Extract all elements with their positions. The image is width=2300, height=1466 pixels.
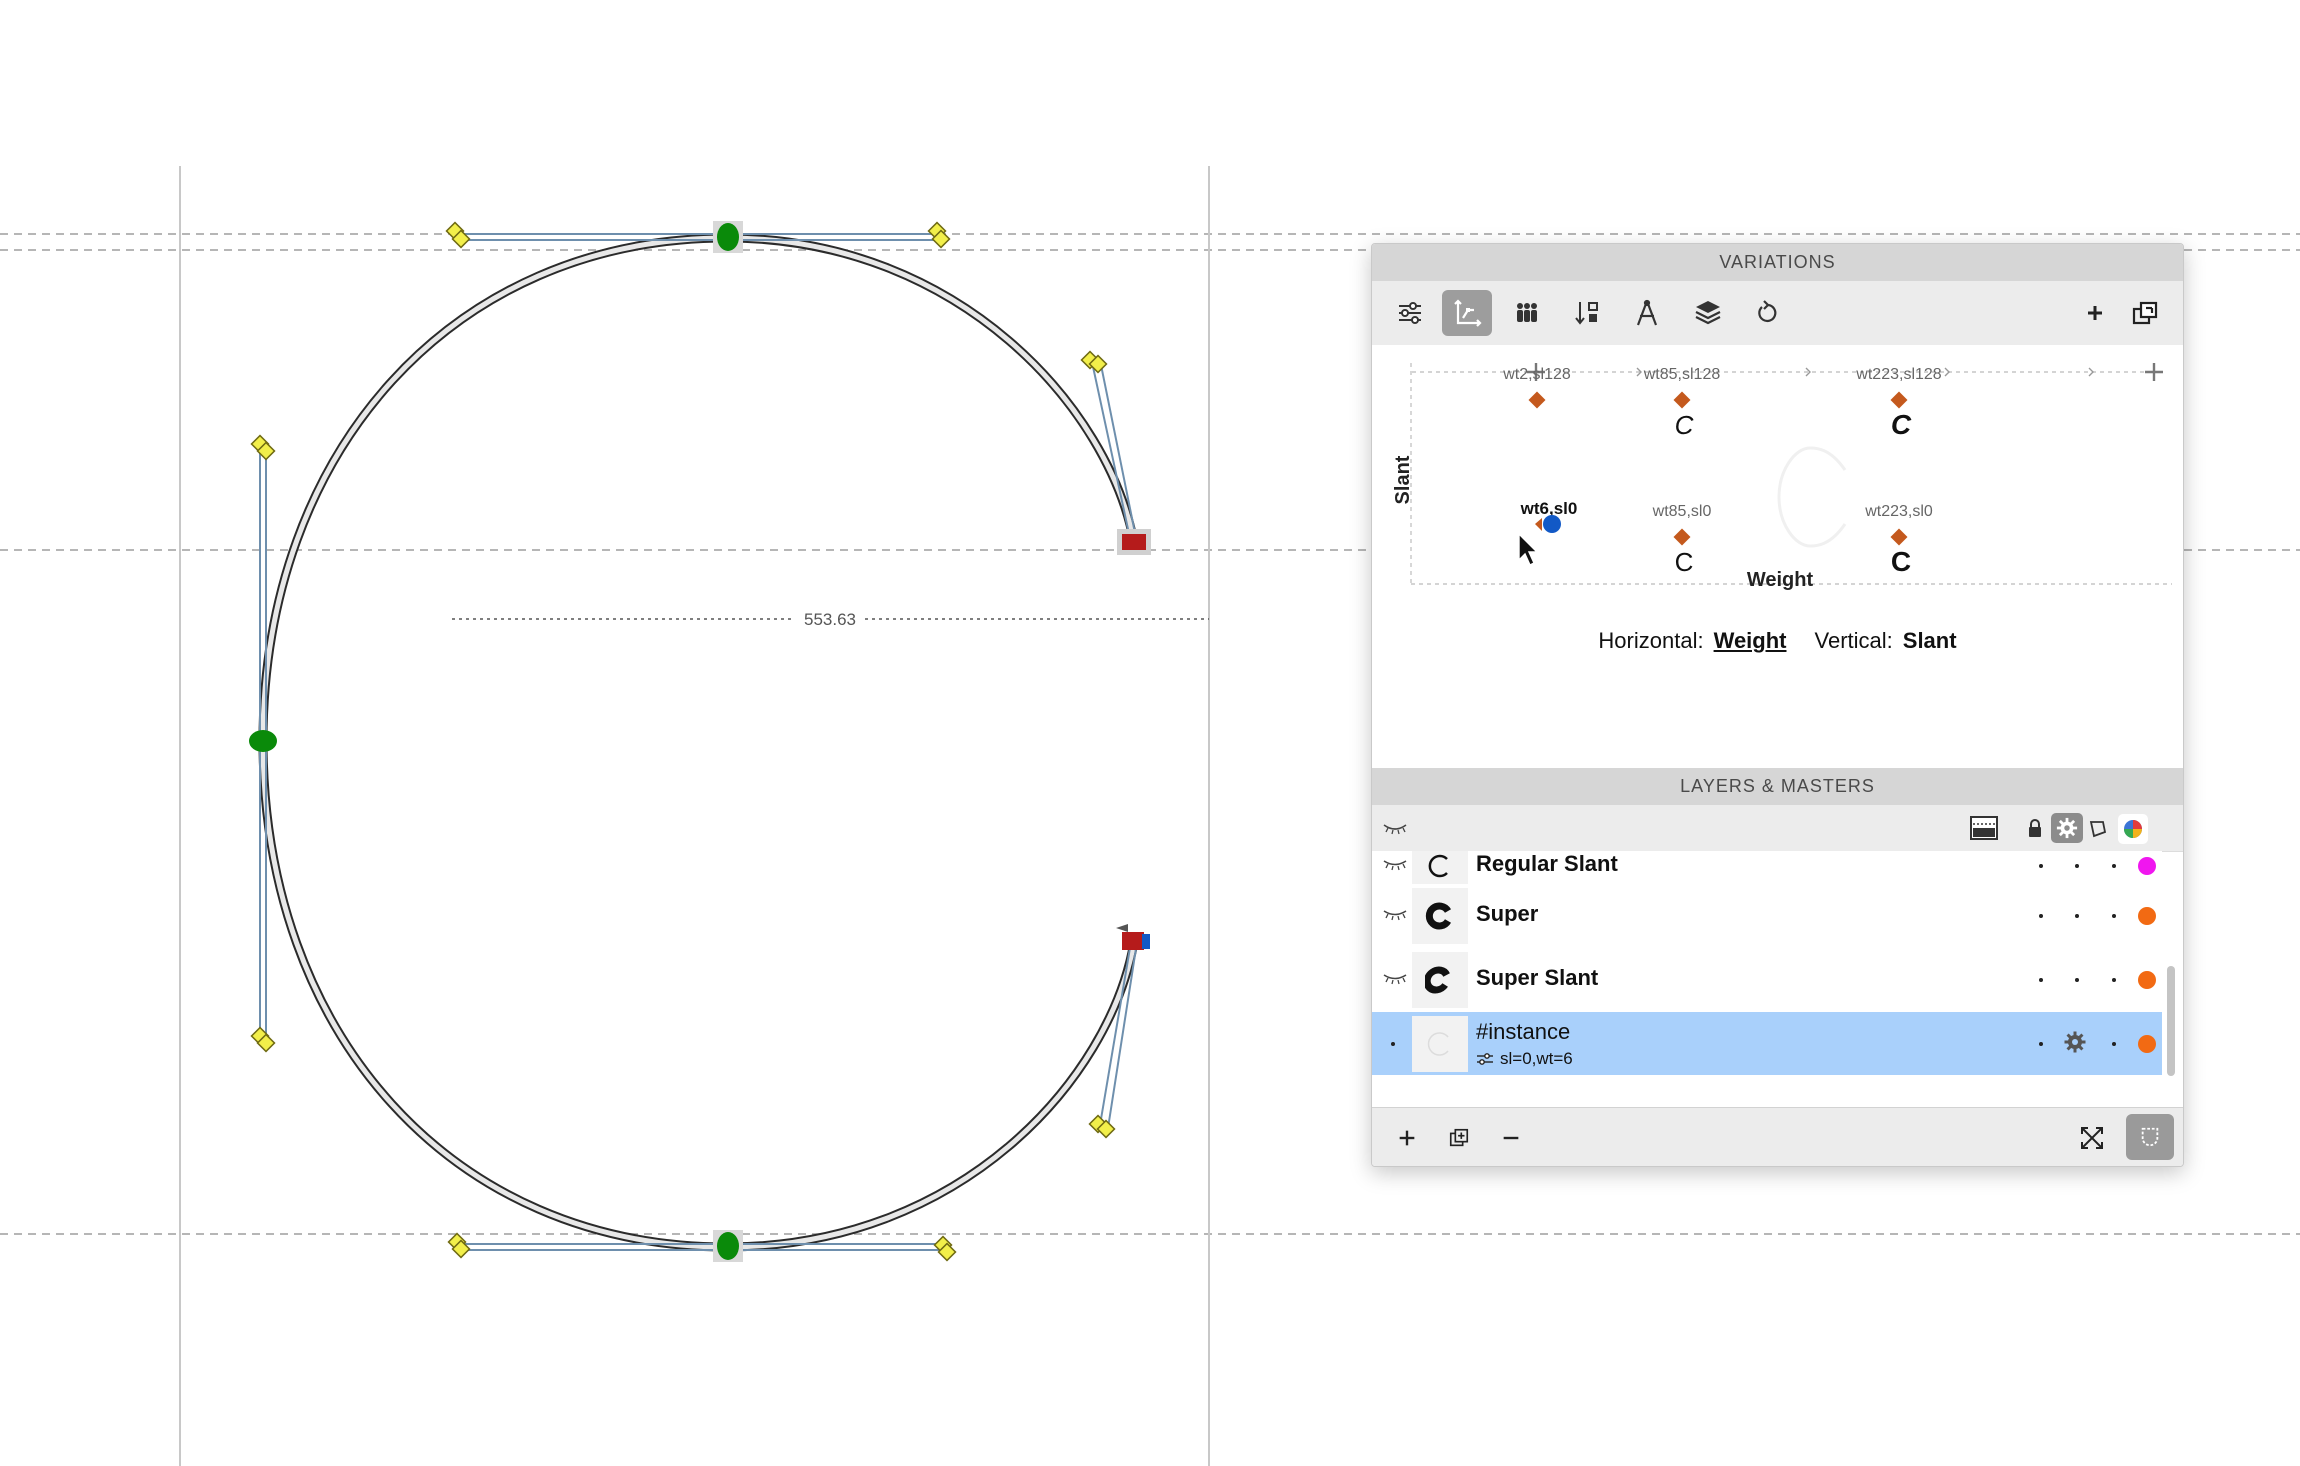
layer-color-swatch[interactable]	[2138, 971, 2156, 989]
refresh-icon[interactable]	[1743, 290, 1793, 336]
handle-points[interactable]	[250, 221, 1116, 1262]
variations-layers-panel: VARIATIONS Slant Weight wt2,sl128 wt85,s…	[1371, 243, 2184, 1167]
layer-name: #instance	[1476, 1019, 1571, 1044]
minus-icon	[1503, 1136, 1519, 1140]
layer-name: Super	[1476, 901, 1539, 926]
master-glyph-preview: C	[1891, 409, 1912, 440]
layer-thumbnail	[1412, 1016, 1468, 1072]
master-diamond[interactable]	[1673, 528, 1691, 546]
master-glyph-preview: C	[1891, 546, 1911, 577]
axis-assignment: Horizontal: Weight Vertical: Slant	[1372, 613, 2183, 669]
background-outline	[261, 236, 1135, 1249]
layer-location: sl=0,wt=6	[1500, 1049, 1573, 1068]
layers-column-header	[1372, 805, 2183, 852]
vertical-key: Vertical:	[1814, 628, 1893, 653]
master-diamond[interactable]	[1528, 391, 1546, 409]
add-layer-button[interactable]	[1387, 1118, 1427, 1158]
sliders-icon[interactable]	[1385, 290, 1435, 336]
layer-thumbnail	[1412, 888, 1468, 944]
master-glyph-preview: C	[1675, 410, 1694, 440]
background-layer-icon[interactable]	[1970, 816, 1998, 840]
current-instance-marker[interactable]	[1543, 515, 1561, 533]
fit-layer-button[interactable]	[2072, 1118, 2112, 1158]
duplicate-icon	[1449, 1128, 1469, 1147]
window-detach-icon[interactable]	[2120, 290, 2170, 336]
color-column-button[interactable]	[2118, 814, 2148, 844]
layer-thumbnail	[1412, 952, 1468, 1008]
variations-toolbar	[1372, 281, 2183, 346]
sidebearing-lines	[179, 166, 1210, 1466]
gear-icon[interactable]	[2063, 1030, 2087, 1054]
eye-closed-icon[interactable]	[1382, 970, 1408, 986]
layer-name: Regular Slant	[1476, 851, 1618, 876]
expand-arrows-icon	[2081, 1127, 2103, 1149]
layers-list: Regular Slant Super Super Slant #instanc…	[1372, 851, 2183, 1107]
master-glyph-preview: C	[1675, 547, 1694, 577]
vertical-value[interactable]: Slant	[1903, 628, 1957, 653]
master-diamond[interactable]	[1673, 391, 1691, 409]
eye-closed-icon[interactable]	[1382, 821, 1408, 835]
people-icon[interactable]	[1502, 290, 1552, 336]
add-icon[interactable]	[2070, 290, 2120, 336]
shield-icon	[2141, 1127, 2159, 1147]
layers-footer-toolbar	[1372, 1107, 2183, 1166]
vertical-axis-assignment[interactable]: Vertical: Slant	[1815, 628, 1957, 654]
master-label: wt223,sl0	[1864, 503, 1933, 520]
master-diamond[interactable]	[1890, 391, 1908, 409]
corner-points[interactable]	[1116, 529, 1151, 950]
variation-space-graph[interactable]: Slant Weight wt2,sl128 wt85,sl128 Cwt223,s…	[1372, 345, 2183, 613]
layers-masters-header: LAYERS & MASTERS	[1372, 768, 2183, 806]
master-label: wt2,sl128	[1502, 366, 1571, 383]
color-wheel-icon	[2124, 820, 2142, 838]
gear-icon	[2056, 817, 2078, 839]
mouse-cursor	[1518, 532, 1539, 566]
y-axis-label: Slant	[1392, 455, 1414, 504]
instance-diamond-left	[1535, 518, 1542, 531]
variations-header: VARIATIONS	[1372, 244, 2183, 282]
current-instance-label: wt6,sl0	[1520, 499, 1578, 518]
layer-row-super[interactable]: Super	[1372, 884, 2162, 947]
plus-icon	[1399, 1130, 1415, 1146]
layer-color-swatch[interactable]	[2138, 1035, 2156, 1053]
shape-icon[interactable]	[2089, 820, 2107, 838]
compass-icon[interactable]	[1622, 290, 1672, 336]
layer-name: Super Slant	[1476, 965, 1599, 990]
layer-color-swatch[interactable]	[2138, 907, 2156, 925]
x-axis-label: Weight	[1747, 569, 1814, 591]
settings-column-button[interactable]	[2051, 813, 2083, 843]
master-label: wt85,sl0	[1652, 503, 1712, 520]
axes-graph-icon[interactable]	[1442, 290, 1492, 336]
layer-row-super-slant[interactable]: Super Slant	[1372, 948, 2162, 1011]
measurement-label: 553.63	[804, 610, 856, 629]
layer-color-swatch[interactable]	[2138, 857, 2156, 875]
shield-toggle-button[interactable]	[2126, 1114, 2174, 1160]
eye-closed-icon[interactable]	[1382, 906, 1408, 922]
horizontal-axis-assignment[interactable]: Horizontal: Weight	[1598, 628, 1786, 654]
duplicate-layer-button[interactable]	[1439, 1118, 1479, 1158]
layers-icon[interactable]	[1683, 290, 1733, 336]
layer-subtitle: sl=0,wt=6	[1476, 1049, 1573, 1069]
layers-scrollbar[interactable]	[2167, 966, 2175, 1076]
master-marks[interactable]: wt2,sl128 wt85,sl128 Cwt223,sl128 Cwt85,sl0…	[1502, 366, 1942, 577]
glyph-outline[interactable]	[258, 233, 1139, 1252]
lock-icon[interactable]	[2027, 818, 2043, 838]
eye-closed-icon[interactable]	[1382, 856, 1408, 872]
remove-layer-button[interactable]	[1491, 1118, 1531, 1158]
horizontal-key: Horizontal:	[1598, 628, 1704, 653]
ghost-glyph	[1777, 446, 1847, 548]
sliders-icon	[1477, 1053, 1493, 1065]
on-curve-points[interactable]	[249, 221, 743, 1262]
master-label: wt85,sl128	[1643, 366, 1721, 383]
sort-icon[interactable]	[1562, 290, 1612, 336]
horizontal-value[interactable]: Weight	[1714, 628, 1787, 653]
layer-row-instance[interactable]: #instance sl=0,wt=6	[1372, 1012, 2162, 1075]
master-diamond[interactable]	[1890, 528, 1908, 546]
master-label: wt223,sl128	[1855, 366, 1941, 383]
